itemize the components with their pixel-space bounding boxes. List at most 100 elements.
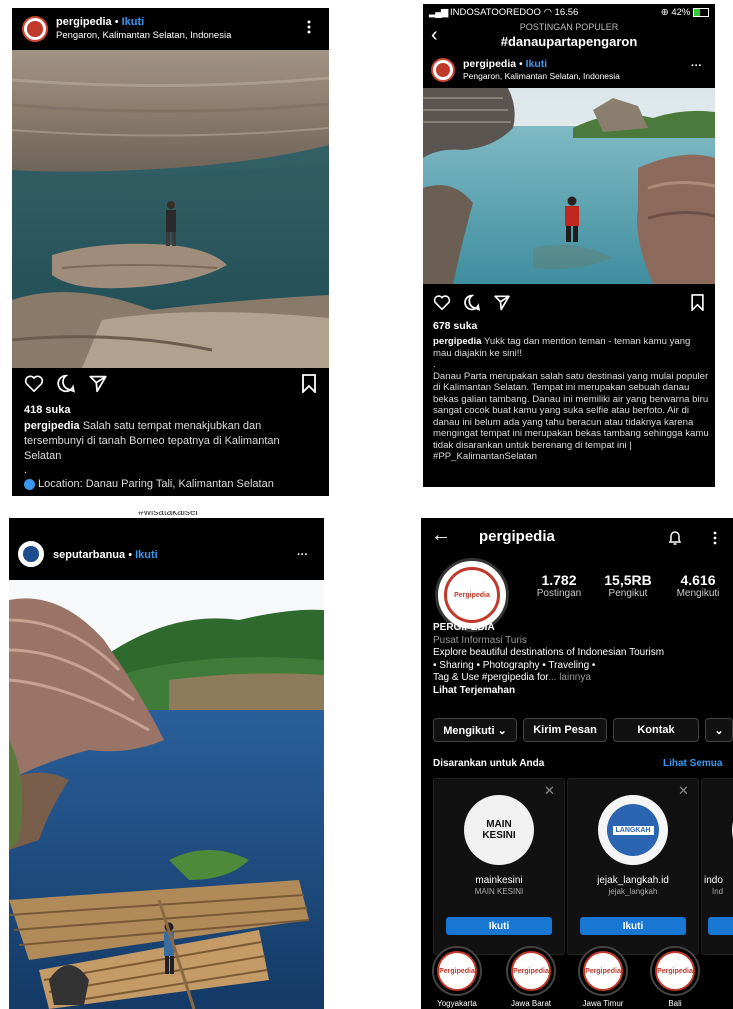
suggestion-username[interactable]: indo	[702, 875, 733, 886]
avatar[interactable]	[18, 541, 44, 567]
highlight-label: Bali	[668, 999, 682, 1008]
caption: pergipedia Yukk tag dan mention teman - …	[433, 336, 711, 463]
mainkesini-logo-icon: MAIN KESINI	[482, 819, 516, 841]
post-photo[interactable]	[9, 580, 324, 1009]
carrier-name: INDOSATOOREDOO	[449, 7, 541, 18]
separator-dot: •	[114, 16, 119, 28]
post-photo[interactable]	[423, 88, 715, 284]
suggestion-username[interactable]: mainkesini	[434, 875, 564, 886]
separator-dot: •	[519, 58, 523, 70]
suggestion-username[interactable]: jejak_langkah.id	[568, 875, 698, 886]
bio-line: Explore beautiful destinations of Indone…	[433, 647, 665, 658]
dismiss-close-icon[interactable]: ✕	[678, 783, 689, 799]
stat-value: 1.782	[541, 572, 577, 588]
stat-label: Postingan	[536, 588, 582, 599]
comment-icon[interactable]	[463, 294, 481, 311]
notification-bell-icon[interactable]	[667, 530, 683, 546]
follow-link[interactable]: Ikuti	[122, 16, 145, 28]
clock-time: 16.56	[554, 7, 579, 18]
highlight-item[interactable]: Pergipedia Jawa Timur	[573, 946, 633, 1008]
battery-icon	[693, 7, 709, 17]
more-options-icon[interactable]	[307, 20, 311, 34]
display-name: PERGIPEDIA	[433, 622, 495, 633]
like-count[interactable]: 678 suka	[433, 320, 477, 332]
more-options-icon[interactable]	[713, 531, 717, 545]
translate-link[interactable]: Lihat Terjemahan	[433, 685, 729, 698]
suggestion-avatar[interactable]: LANGKAH	[598, 795, 668, 865]
post-location[interactable]: Pengaron, Kalimantan Selatan, Indonesia	[463, 71, 620, 81]
follow-button[interactable]: Ikuti	[446, 917, 552, 935]
username[interactable]: pergipedia	[56, 16, 112, 28]
post-3-top-text: #wisatakalsel	[138, 511, 198, 518]
post-1: pergipedia • Ikuti Pengaron, Kalimantan …	[12, 8, 329, 496]
caption-location: Location: Danau Paring Tali, Kalimantan …	[24, 478, 274, 490]
dismiss-close-icon[interactable]: ✕	[544, 783, 555, 799]
header-subtitle: POSTINGAN POPULER	[519, 22, 619, 32]
message-button[interactable]: Kirim Pesan	[523, 718, 607, 742]
bookmark-icon[interactable]	[691, 294, 704, 311]
suggestion-fullname: Ind	[712, 887, 724, 896]
pergipedia-logo-icon: Pergipedia	[454, 591, 490, 599]
stat-followers[interactable]: 15,5RB Pengikut	[595, 572, 661, 599]
share-icon[interactable]	[88, 374, 108, 393]
caption-username[interactable]: pergipedia	[24, 420, 80, 432]
share-icon[interactable]	[493, 294, 511, 311]
suggestion-avatar[interactable]: MAIN KESINI	[464, 795, 534, 865]
post-header: pergipedia • Ikuti	[56, 16, 144, 28]
caption-body: Danau Parta merupakan salah satu destina…	[433, 370, 709, 451]
see-all-link[interactable]: Lihat Semua	[663, 758, 722, 769]
avatar[interactable]	[431, 58, 455, 82]
avatar[interactable]	[22, 16, 48, 42]
highlight-item[interactable]: Pergipedia Yogyakarta	[427, 946, 487, 1008]
post-header: pergipedia • Ikuti	[463, 58, 547, 70]
like-heart-icon[interactable]	[433, 294, 451, 310]
wifi-icon: ◠	[543, 7, 552, 18]
bio-more-link[interactable]: ... lainnya	[548, 672, 591, 683]
stat-posts[interactable]: 1.782 Postingan	[526, 572, 592, 599]
more-options-icon[interactable]: ···	[691, 60, 702, 72]
suggest-toggle-button[interactable]: ⌄	[705, 718, 733, 742]
caption: pergipedia Salah satu tempat menakjubkan…	[24, 419, 314, 464]
header-hashtag: #danaupartapengaron	[500, 34, 638, 49]
bio-text: Tag & Use #pergipedia for	[433, 672, 549, 683]
bookmark-icon[interactable]	[302, 374, 316, 393]
post-photo[interactable]	[12, 50, 329, 368]
separator-dot: •	[128, 549, 133, 561]
follow-button[interactable]	[708, 917, 733, 935]
highlight-item[interactable]: Pergipedia Bali	[645, 946, 705, 1008]
highlight-label: Yogyakarta	[437, 999, 477, 1008]
contact-button[interactable]: Kontak	[613, 718, 699, 742]
follow-link[interactable]: Ikuti	[526, 58, 548, 70]
more-options-icon[interactable]: ···	[297, 549, 308, 561]
following-button[interactable]: Mengikuti ⌄	[433, 718, 517, 742]
signal-icon: ▂▄▆	[429, 7, 448, 18]
back-arrow-icon[interactable]: ←	[431, 524, 451, 547]
highlight-logo-icon: Pergipedia	[513, 967, 549, 975]
caption-hashtag[interactable]: #PP_KalimantanSelatan	[433, 451, 711, 463]
post-2: ▂▄▆ INDOSATOOREDOO ◠ 16.56 ⊕ 42% ‹ POSTI…	[423, 4, 715, 487]
suggestion-card[interactable]: ✕ MAIN KESINI mainkesini MAIN KESINI Iku…	[433, 778, 565, 955]
like-heart-icon[interactable]	[24, 374, 44, 392]
username[interactable]: seputarbanua	[53, 549, 125, 561]
stat-following[interactable]: 4.616 Mengikuti	[665, 572, 731, 599]
suggestion-fullname: MAIN KESINI	[474, 887, 524, 896]
comment-icon[interactable]	[56, 374, 76, 393]
post-location[interactable]: Pengaron, Kalimantan Selatan, Indonesia	[56, 30, 231, 41]
profile-avatar[interactable]: Pergipedia	[435, 558, 509, 632]
highlight-item[interactable]: Pergipedia Jawa Barat	[501, 946, 561, 1008]
bio-line: Tag & Use #pergipedia for... lainnya	[433, 672, 729, 685]
stat-value: 15,5RB	[604, 572, 652, 588]
like-count[interactable]: 418 suka	[24, 404, 70, 416]
suggestion-card[interactable]: indo Ind	[701, 778, 733, 955]
category: Pusat Informasi Turis	[433, 634, 527, 646]
carrier-text: ▂▄▆ INDOSATOOREDOO ◠ 16.56	[429, 7, 578, 18]
caption-username[interactable]: pergipedia	[433, 336, 482, 347]
suggestion-card[interactable]: ✕ LANGKAH jejak_langkah.id jejak_langkah…	[567, 778, 699, 955]
suggestion-fullname: jejak_langkah	[608, 887, 658, 896]
follow-link[interactable]: Ikuti	[135, 549, 158, 561]
highlight-logo-icon: Pergipedia	[585, 967, 621, 975]
follow-button[interactable]: Ikuti	[580, 917, 686, 935]
battery-percent: 42%	[671, 7, 691, 18]
username[interactable]: pergipedia	[463, 58, 516, 70]
jejak-langkah-logo-icon: LANGKAH	[612, 825, 654, 835]
